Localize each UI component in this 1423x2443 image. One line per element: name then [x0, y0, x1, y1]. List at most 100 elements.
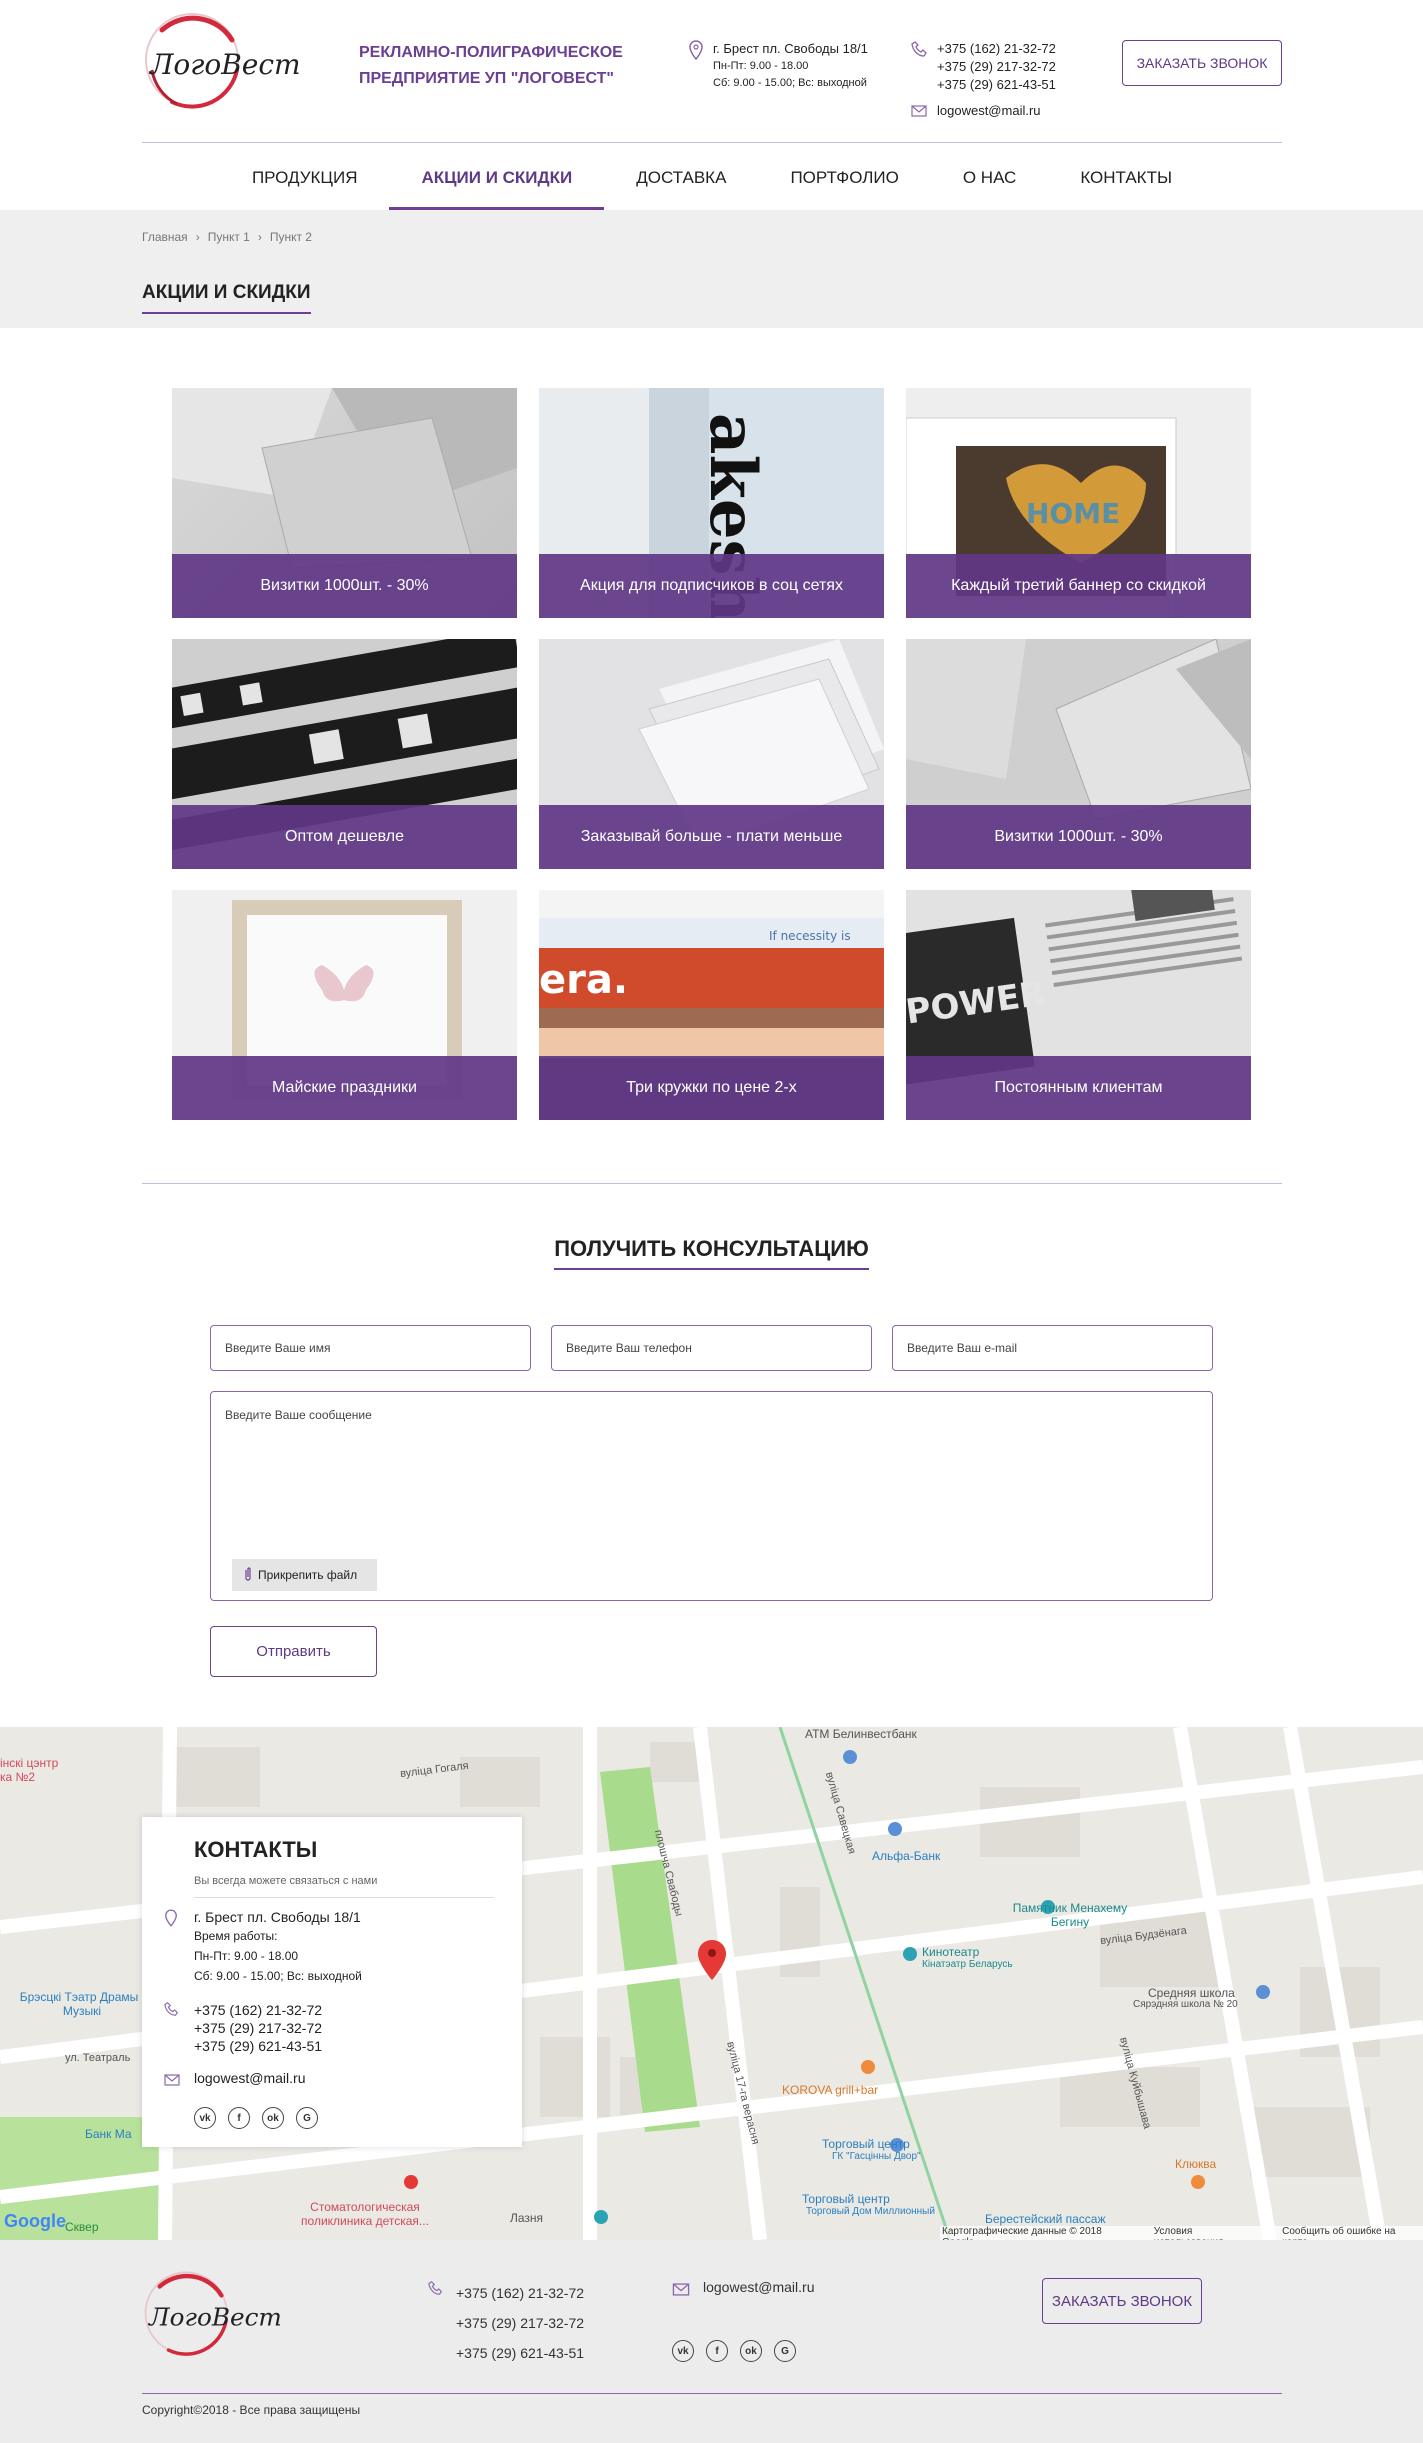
- google-logo: Google: [4, 2211, 66, 2231]
- hours-text: Пн-Пт: 9.00 - 18.00: [713, 60, 809, 72]
- divider: [142, 1183, 1282, 1184]
- map-label: Банк Ма: [85, 2127, 132, 2141]
- mail-icon: [164, 2073, 180, 2091]
- map-report-link[interactable]: Сообщить об ошибке на карте: [1282, 2226, 1423, 2240]
- order-call-button[interactable]: ЗАКАЗАТЬ ЗВОНОК: [1042, 2278, 1202, 2324]
- phone-link[interactable]: +375 (29) 621-43-51: [194, 2037, 322, 2055]
- map-label: АТМ Белинвестбанк: [805, 1727, 917, 1741]
- map-label: Сярэдняя школа № 20: [1133, 1999, 1238, 2010]
- main-nav: ПРОДУКЦИЯ АКЦИИ И СКИДКИ ДОСТАВКА ПОРТФО…: [142, 143, 1282, 210]
- email-link[interactable]: logowest@mail.ru: [703, 2279, 814, 2295]
- contacts-card: КОНТАКТЫ Вы всегда можете связаться с на…: [142, 1817, 522, 2147]
- social-links: vk f ok G: [194, 2107, 318, 2129]
- map-label: Средняя школа: [1148, 1986, 1235, 2000]
- phone-link[interactable]: +375 (29) 217-32-72: [194, 2019, 322, 2037]
- facebook-icon[interactable]: f: [706, 2340, 728, 2362]
- promo-card[interactable]: Майские праздники: [172, 890, 517, 1120]
- contacts-hours: Пн-Пт: 9.00 - 18.00: [194, 1949, 299, 1963]
- map-label: Торговый центр: [822, 2137, 910, 2151]
- social-links: vk f ok G: [672, 2340, 796, 2362]
- company-line: ПРЕДПРИЯТИЕ УП "ЛОГОВЕСТ": [359, 70, 615, 87]
- phone-icon: [911, 40, 929, 63]
- map-label: Кінатэатр Беларусь: [922, 1959, 1013, 1970]
- name-placeholder: Введите Ваше имя: [225, 1341, 331, 1355]
- location-icon: [688, 40, 704, 65]
- promo-card[interactable]: Визитки 1000шт. - 30%: [172, 388, 517, 618]
- google-plus-icon[interactable]: G: [296, 2107, 318, 2129]
- map-label: Торговый центр: [802, 2192, 890, 2206]
- promo-card[interactable]: Оптом дешевле: [172, 639, 517, 869]
- phone-placeholder: Введите Ваш телефон: [566, 1341, 692, 1355]
- header-address: г. Брест пл. Свободы 18/1 Пн-Пт: 9.00 - …: [713, 40, 868, 92]
- map-label: ул. Театраль: [65, 2052, 131, 2064]
- email-link[interactable]: logowest@mail.ru: [194, 2070, 305, 2086]
- promo-card[interactable]: akesh Акция для подписчиков в соц сетях: [539, 388, 884, 618]
- logo[interactable]: ЛогоВест: [142, 10, 312, 110]
- breadcrumb-item[interactable]: Пункт 1: [208, 230, 250, 244]
- location-icon: [164, 1909, 178, 1932]
- phone-link[interactable]: +375 (162) 21-32-72: [937, 40, 1056, 58]
- attach-file-button[interactable]: Прикрепить файл: [232, 1559, 377, 1591]
- email-link[interactable]: logowest@mail.ru: [937, 103, 1041, 118]
- site-header: ЛогоВест РЕКЛАМНО-ПОЛИГРАФИЧЕСКОЕ ПРЕДПР…: [0, 0, 1423, 210]
- google-plus-icon[interactable]: G: [774, 2340, 796, 2362]
- divider: [194, 1897, 494, 1898]
- contacts-subtitle: Вы всегда можете связаться с нами: [194, 1875, 378, 1887]
- map-terms-link[interactable]: Условия использования: [1154, 2226, 1264, 2240]
- contacts-title: КОНТАКТЫ: [194, 1837, 318, 1862]
- vk-icon[interactable]: vk: [194, 2107, 216, 2129]
- promo-card[interactable]: HOME Каждый третий баннер со скидкой: [906, 388, 1251, 618]
- map-label: ка №2: [0, 1770, 36, 1784]
- contacts-address: г. Брест пл. Свободы 18/1: [194, 1909, 361, 1925]
- send-button[interactable]: Отправить: [210, 1626, 377, 1677]
- map-label: Лазня: [510, 2211, 544, 2225]
- email-input[interactable]: Введите Ваш e-mail: [892, 1325, 1213, 1371]
- hours-text: Сб: 9.00 - 15.00; Вс: выходной: [713, 77, 867, 89]
- map-label: Торговый Дом Миллионный: [806, 2206, 935, 2217]
- promo-caption: Постоянным клиентам: [906, 1056, 1251, 1120]
- promo-caption: Три кружки по цене 2-х: [539, 1056, 884, 1120]
- phone-link[interactable]: +375 (29) 621-43-51: [456, 2338, 584, 2368]
- nav-item-contacts[interactable]: КОНТАКТЫ: [1048, 143, 1204, 210]
- phone-link[interactable]: +375 (162) 21-32-72: [194, 2001, 322, 2019]
- phone-input[interactable]: Введите Ваш телефон: [551, 1325, 872, 1371]
- phone-link[interactable]: +375 (162) 21-32-72: [456, 2278, 584, 2308]
- promo-card[interactable]: Заказывай больше - плати меньше: [539, 639, 884, 869]
- name-input[interactable]: Введите Ваше имя: [210, 1325, 531, 1371]
- footer-logo[interactable]: ЛогоВест: [142, 2268, 292, 2358]
- nav-item-delivery[interactable]: ДОСТАВКА: [604, 143, 758, 210]
- nav-item-about[interactable]: О НАС: [931, 143, 1048, 210]
- map-label: Клюква: [1175, 2157, 1217, 2171]
- odnoklassniki-icon[interactable]: ok: [262, 2107, 284, 2129]
- phone-link[interactable]: +375 (29) 217-32-72: [456, 2308, 584, 2338]
- promo-card[interactable]: If necessity is era. Три кружки по цене 2…: [539, 890, 884, 1120]
- nav-item-products[interactable]: ПРОДУКЦИЯ: [220, 143, 390, 210]
- map-credits: Картографические данные © 2018 Google: [942, 2226, 1102, 2240]
- phone-link[interactable]: +375 (29) 621-43-51: [937, 76, 1056, 94]
- odnoklassniki-icon[interactable]: ok: [740, 2340, 762, 2362]
- promo-caption: Визитки 1000шт. - 30%: [906, 805, 1251, 869]
- phone-link[interactable]: +375 (29) 217-32-72: [937, 58, 1056, 76]
- phone-icon: [164, 2001, 180, 2022]
- nav-item-portfolio[interactable]: ПОРТФОЛИО: [758, 143, 930, 210]
- map-label: інскі цэнтр: [0, 1756, 59, 1770]
- order-call-button[interactable]: ЗАКАЗАТЬ ЗВОНОК: [1122, 40, 1282, 86]
- vk-icon[interactable]: vk: [672, 2340, 694, 2362]
- chevron-right-icon: ›: [195, 230, 200, 244]
- map-label: Кинотеатр: [922, 1945, 980, 1959]
- map-label: Сквер: [65, 2220, 99, 2234]
- breadcrumb-item[interactable]: Главная: [142, 230, 188, 244]
- breadcrumb-item: Пункт 2: [269, 230, 312, 244]
- map-label: Стоматологическая поликлиника детская...: [301, 2200, 429, 2228]
- promo-caption: Каждый третий баннер со скидкой: [906, 554, 1251, 618]
- promo-card[interactable]: POWER Постоянным клиентам: [906, 890, 1251, 1120]
- copyright: Copyright©2018 - Все права защищены: [142, 2403, 361, 2417]
- svg-text:ЛогоВест: ЛогоВест: [148, 48, 301, 81]
- facebook-icon[interactable]: f: [228, 2107, 250, 2129]
- breadcrumb: Главная › Пункт 1 › Пункт 2: [142, 230, 312, 244]
- promo-card[interactable]: Визитки 1000шт. - 30%: [906, 639, 1251, 869]
- consult-section-title: ПОЛУЧИТЬ КОНСУЛЬТАЦИЮ: [0, 1236, 1423, 1270]
- svg-text:ЛогоВест: ЛогоВест: [148, 2302, 282, 2331]
- map-label: Альфа-Банк: [872, 1849, 941, 1863]
- nav-item-promotions[interactable]: АКЦИИ И СКИДКИ: [389, 143, 605, 210]
